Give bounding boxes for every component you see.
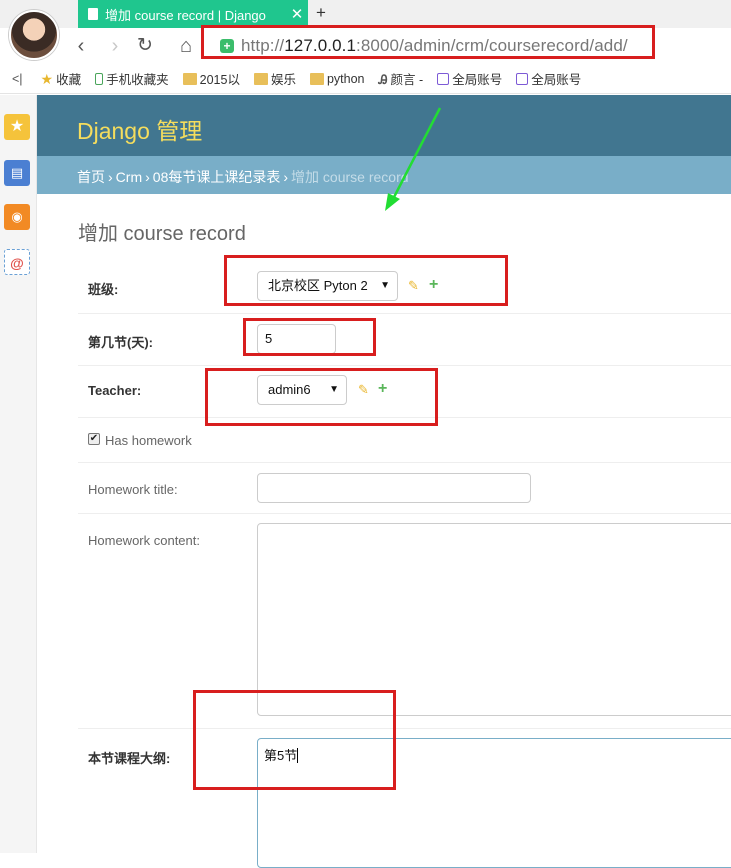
home-button[interactable]: ⌂ [175, 35, 197, 57]
bookmark-favorites[interactable]: ★ 收藏 [41, 69, 82, 88]
browser-tab-bar: 增加 course record | Django ✕ + [0, 0, 731, 28]
teacher-label: Teacher: [88, 383, 142, 398]
breadcrumb-current: 增加 course record [291, 169, 409, 185]
dropdown-arrow-icon: ▼ [380, 280, 390, 291]
weibo-icon[interactable]: ◉ [4, 204, 30, 230]
folder-icon [309, 72, 324, 85]
sidebar-toggle-icon[interactable]: <| [12, 72, 23, 86]
news-feed-icon[interactable]: ▤ [4, 160, 30, 186]
bookmarks-bar: <| ★ 收藏 手机收藏夹 2015以 娱乐 python Ꭿ 颜言 - 全局账号 … [0, 64, 731, 94]
form-row-homework-content: Homework content: [78, 514, 731, 729]
bookmark-folder-2015[interactable]: 2015以 [182, 69, 240, 88]
day-num-input[interactable]: 5 [257, 324, 336, 354]
day-num-label: 第几节(天): [88, 335, 153, 350]
add-plus-icon[interactable]: + [429, 276, 438, 294]
form-row-day-num: 第几节(天): 5 [78, 314, 731, 366]
bookmark-global-account-2[interactable]: 全局账号 [516, 69, 581, 88]
secure-shield-icon: + [220, 39, 234, 53]
url-text[interactable]: http://127.0.0.1:8000/admin/crm/coursere… [241, 36, 628, 56]
breadcrumb-home[interactable]: 首页 [77, 169, 105, 185]
new-tab-button[interactable]: + [316, 3, 326, 23]
form-row-teacher: Teacher: admin6 ▼ ✎ + [78, 366, 731, 418]
user-avatar[interactable] [9, 10, 59, 60]
edit-pencil-icon[interactable]: ✎ [408, 278, 419, 294]
mail-icon[interactable]: @ [4, 249, 30, 275]
homework-title-input[interactable] [257, 473, 531, 503]
page-title: 增加 course record [78, 223, 246, 245]
bookmark-folder-entertainment[interactable]: 娱乐 [253, 69, 296, 88]
back-button[interactable]: ‹ [70, 35, 92, 57]
folder-icon [182, 72, 197, 85]
browser-sidebar: ★ ▤ ◉ @ [0, 95, 37, 853]
breadcrumb-model[interactable]: 08每节课上课纪录表 [153, 169, 281, 185]
outline-textarea[interactable]: 第5节 [257, 738, 731, 868]
close-tab-icon[interactable]: ✕ [286, 5, 308, 23]
homework-title-label: Homework title: [88, 482, 178, 497]
browser-toolbar: ‹ › ↻ ⌂ + http://127.0.0.1:8000/admin/cr… [0, 28, 731, 64]
breadcrumb-app[interactable]: Crm [116, 169, 142, 185]
form-row-homework-title: Homework title: [78, 463, 731, 514]
add-plus-icon[interactable]: + [378, 380, 387, 398]
forward-button[interactable]: › [104, 35, 126, 57]
tab-title: 增加 course record | Django [105, 7, 266, 23]
note-icon [437, 72, 450, 85]
star-icon: ★ [40, 70, 54, 87]
note-icon [516, 72, 529, 85]
favorites-star-icon[interactable]: ★ [4, 114, 30, 140]
form-row-outline: 本节课程大纲: 第5节 [78, 729, 731, 868]
bookmark-global-account-1[interactable]: 全局账号 [437, 69, 502, 88]
site-name[interactable]: Django 管理 [77, 112, 202, 146]
form-row-has-homework: ✔ Has homework [78, 418, 731, 463]
script-icon: Ꭿ [378, 72, 388, 87]
address-bar[interactable]: + http://127.0.0.1:8000/admin/crm/course… [210, 32, 731, 60]
browser-tab-active[interactable]: 增加 course record | Django ✕ [78, 0, 308, 28]
folder-icon [253, 72, 268, 85]
bookmark-folder-python[interactable]: python [309, 72, 365, 86]
teacher-select[interactable]: admin6 ▼ [257, 375, 347, 405]
text-caret [297, 748, 299, 763]
homework-content-label: Homework content: [88, 533, 200, 548]
reload-button[interactable]: ↻ [134, 35, 156, 57]
dropdown-arrow-icon: ▼ [329, 384, 339, 395]
outline-label: 本节课程大纲: [88, 751, 171, 766]
bookmark-mobile[interactable]: 手机收藏夹 [95, 69, 169, 88]
has-homework-checkbox[interactable]: ✔ [88, 433, 100, 445]
edit-pencil-icon[interactable]: ✎ [358, 382, 369, 398]
breadcrumb: 首页 › Crm › 08每节课上课纪录表 › 增加 course record [37, 156, 731, 194]
bookmark-yanyan[interactable]: Ꭿ 颜言 - [379, 69, 424, 88]
page-icon [88, 8, 98, 20]
has-homework-label[interactable]: Has homework [105, 433, 192, 448]
form-row-class-grade: 班级: 北京校区 Pyton 2 ▼ ✎ + [78, 262, 731, 314]
class-grade-label: 班级: [88, 282, 119, 297]
homework-content-textarea[interactable] [257, 523, 731, 716]
admin-header: Django 管理 [37, 95, 731, 156]
phone-icon [95, 72, 104, 85]
class-grade-select[interactable]: 北京校区 Pyton 2 ▼ [257, 271, 398, 301]
